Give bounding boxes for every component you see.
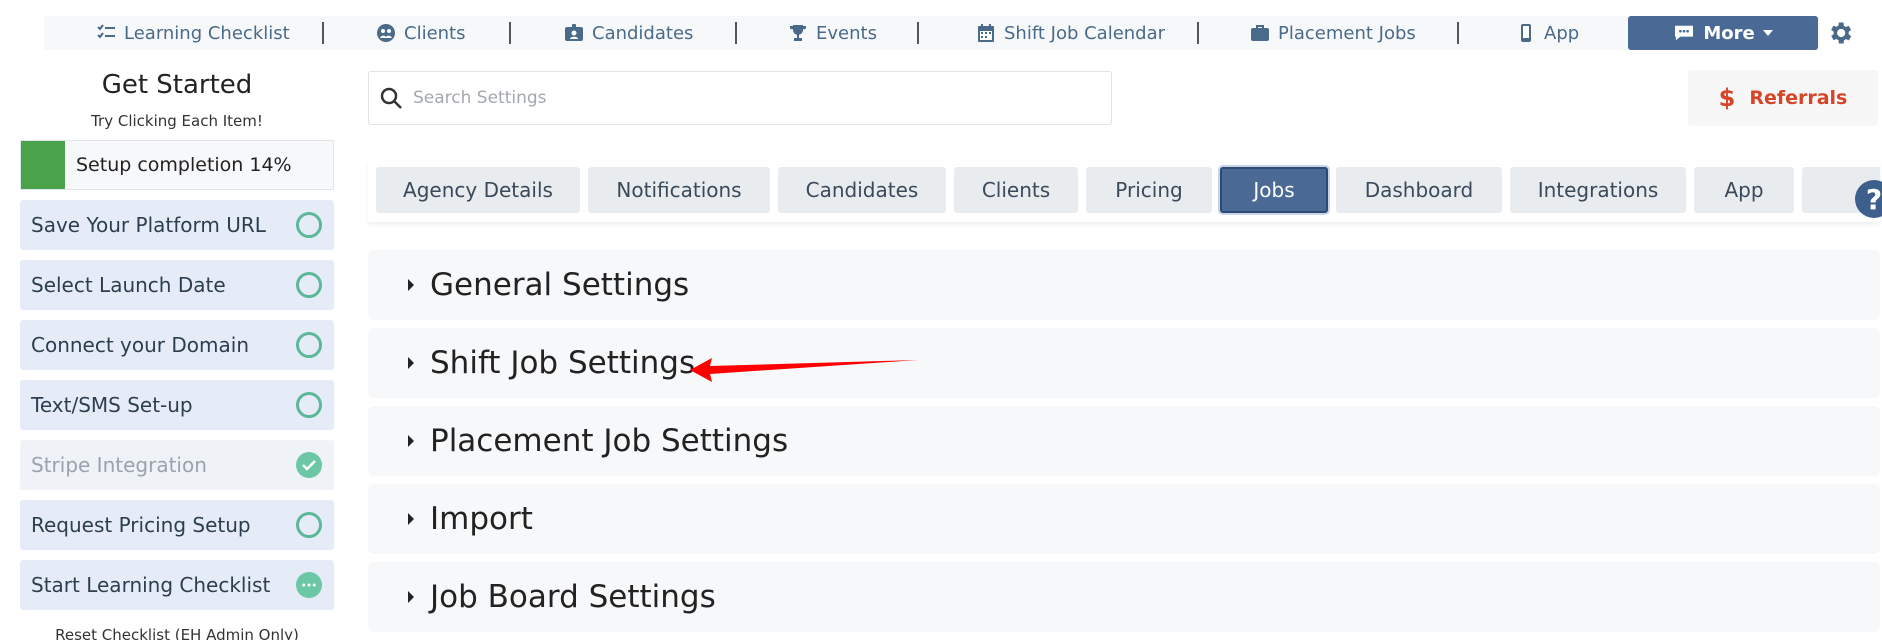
caret-right-icon xyxy=(408,279,414,291)
reset-checklist-link[interactable]: Reset Checklist (EH Admin Only) xyxy=(20,626,334,640)
ellipsis-circle-icon xyxy=(296,572,322,598)
checklist-item-label: Connect your Domain xyxy=(31,333,249,357)
gear-icon[interactable] xyxy=(1826,19,1854,47)
checklist-item-sms[interactable]: Text/SMS Set-up xyxy=(20,380,334,430)
tab-integrations[interactable]: Integrations xyxy=(1510,167,1686,213)
nav-label: Learning Checklist xyxy=(124,22,290,44)
checklist-item-label: Start Learning Checklist xyxy=(31,573,271,597)
checklist-item-label: Select Launch Date xyxy=(31,273,226,297)
nav-learning-checklist[interactable]: Learning Checklist xyxy=(96,16,290,50)
section-title: Job Board Settings xyxy=(430,579,716,615)
tab-clients[interactable]: Clients xyxy=(954,167,1078,213)
nav-divider xyxy=(509,22,511,44)
settings-tabs: Agency Details Notifications Candidates … xyxy=(368,160,1880,222)
caret-right-icon xyxy=(408,513,414,525)
section-general-settings[interactable]: General Settings xyxy=(368,250,1880,320)
nav-label: Events xyxy=(816,22,877,44)
circle-icon xyxy=(296,212,322,238)
checklist-item-label: Request Pricing Setup xyxy=(31,513,251,537)
checklist-item-pricing[interactable]: Request Pricing Setup xyxy=(20,500,334,550)
nav-shift-job-calendar[interactable]: Shift Job Calendar xyxy=(976,16,1165,50)
section-title: Placement Job Settings xyxy=(430,423,789,459)
section-title: Shift Job Settings xyxy=(430,345,696,381)
checklist-item-launch-date[interactable]: Select Launch Date xyxy=(20,260,334,310)
checklist-item-label: Stripe Integration xyxy=(31,453,207,477)
referrals-button[interactable]: $ Referrals xyxy=(1688,70,1878,126)
nav-divider xyxy=(1457,22,1459,44)
tab-jobs[interactable]: Jobs xyxy=(1220,167,1328,213)
circle-icon xyxy=(296,392,322,418)
nav-clients[interactable]: Clients xyxy=(376,16,466,50)
nav-divider xyxy=(735,22,737,44)
top-navigation: Learning Checklist Clients Candidates Ev… xyxy=(44,16,1820,50)
mobile-icon xyxy=(1521,24,1531,42)
checklist-item-learning[interactable]: Start Learning Checklist xyxy=(20,560,334,610)
progress-fill xyxy=(21,141,65,189)
tab-pricing[interactable]: Pricing xyxy=(1086,167,1212,213)
tab-app[interactable]: App xyxy=(1694,167,1794,213)
tab-dashboard[interactable]: Dashboard xyxy=(1336,167,1502,213)
trophy-icon xyxy=(790,25,806,41)
nav-app[interactable]: App xyxy=(1516,16,1579,50)
section-title: Import xyxy=(430,501,533,537)
circle-icon xyxy=(296,332,322,358)
nav-candidates[interactable]: Candidates xyxy=(564,16,693,50)
circle-icon xyxy=(296,512,322,538)
nav-events[interactable]: Events xyxy=(788,16,877,50)
tab-agency-details[interactable]: Agency Details xyxy=(376,167,580,213)
checklist-item-label: Text/SMS Set-up xyxy=(31,393,193,417)
checklist-item-label: Save Your Platform URL xyxy=(31,213,266,237)
setup-progress-bar: Setup completion 14% xyxy=(20,140,334,190)
search-icon xyxy=(380,87,402,109)
calendar-icon xyxy=(978,24,994,42)
nav-label: Placement Jobs xyxy=(1278,22,1416,44)
check-circle-icon xyxy=(296,452,322,478)
caret-down-icon xyxy=(1762,30,1773,36)
nav-divider xyxy=(917,22,919,44)
section-shift-job-settings[interactable]: Shift Job Settings xyxy=(368,328,1880,398)
progress-label: Setup completion 14% xyxy=(76,154,292,176)
sidebar-subtitle: Try Clicking Each Item! xyxy=(91,112,263,130)
section-job-board-settings[interactable]: Job Board Settings xyxy=(368,562,1880,632)
search-input[interactable] xyxy=(413,88,1093,108)
get-started-sidebar: Get Started Try Clicking Each Item! Setu… xyxy=(20,60,334,640)
more-label: More xyxy=(1703,22,1755,44)
comment-dots-icon xyxy=(1675,25,1694,41)
nav-label: Shift Job Calendar xyxy=(1004,22,1166,44)
nav-divider xyxy=(322,22,324,44)
section-import[interactable]: Import xyxy=(368,484,1880,554)
tab-notifications[interactable]: Notifications xyxy=(588,167,770,213)
section-placement-job-settings[interactable]: Placement Job Settings xyxy=(368,406,1880,476)
briefcase-icon xyxy=(1251,25,1269,41)
nav-label: App xyxy=(1544,22,1580,44)
caret-right-icon xyxy=(408,591,414,603)
search-settings xyxy=(368,71,1112,125)
referrals-label: Referrals xyxy=(1749,87,1848,109)
checklist-item-stripe[interactable]: Stripe Integration xyxy=(20,440,334,490)
section-title: General Settings xyxy=(430,267,690,303)
circle-icon xyxy=(296,272,322,298)
dollar-icon: $ xyxy=(1718,84,1736,112)
tab-candidates[interactable]: Candidates xyxy=(778,167,946,213)
checklist-icon xyxy=(97,24,115,39)
nav-divider xyxy=(1197,22,1199,44)
clients-icon xyxy=(377,24,395,42)
nav-label: Candidates xyxy=(592,22,694,44)
id-badge-icon xyxy=(565,24,583,41)
checklist-item-domain[interactable]: Connect your Domain xyxy=(20,320,334,370)
sidebar-title: Get Started xyxy=(101,70,253,100)
nav-label: Clients xyxy=(404,22,466,44)
caret-right-icon xyxy=(408,435,414,447)
annotation-arrow xyxy=(690,358,918,382)
nav-placement-jobs[interactable]: Placement Jobs xyxy=(1250,16,1416,50)
more-menu-button[interactable]: More xyxy=(1628,16,1818,50)
caret-right-icon xyxy=(408,357,414,369)
checklist-item-platform-url[interactable]: Save Your Platform URL xyxy=(20,200,334,250)
